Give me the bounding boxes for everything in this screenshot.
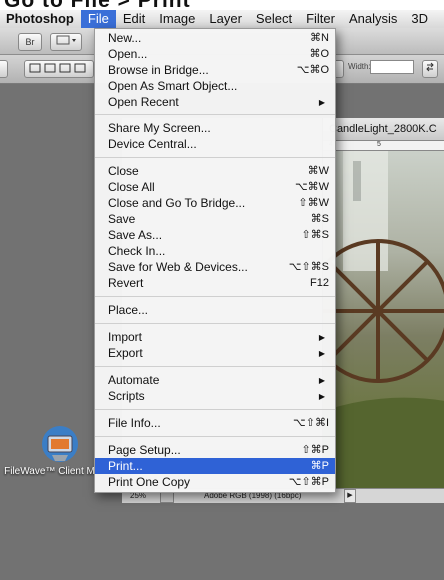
menu-item-close-all[interactable]: Close All ⌥⌘W — [95, 179, 335, 195]
document-window[interactable]: CandleLight_2800K.C 4 5 — [322, 118, 444, 488]
menu-item-share-my-screen[interactable]: Share My Screen... — [95, 120, 335, 136]
menu-item-close[interactable]: Close ⌘W — [95, 163, 335, 179]
menu-filter[interactable]: Filter — [299, 10, 342, 28]
menu-item-browse-in-bridge[interactable]: Browse in Bridge... ⌥⌘O — [95, 62, 335, 78]
menu-item-page-setup[interactable]: Page Setup... ⇧⌘P — [95, 442, 335, 458]
menu-item-export[interactable]: Export ▶ — [95, 345, 335, 361]
document-title[interactable]: CandleLight_2800K.C — [323, 118, 444, 141]
menu-item-print[interactable]: Print... ⌘P — [95, 458, 335, 474]
menu-item-import[interactable]: Import ▶ — [95, 329, 335, 345]
menu-item-close-and-go-to-bridge[interactable]: Close and Go To Bridge... ⇧⌘W — [95, 195, 335, 211]
menu-photoshop[interactable]: Photoshop — [0, 10, 81, 28]
menu-separator — [95, 436, 335, 437]
submenu-arrow-icon: ▶ — [318, 376, 325, 385]
menu-item-new[interactable]: New... ⌘N — [95, 30, 335, 46]
menu-item-scripts[interactable]: Scripts ▶ — [95, 388, 335, 404]
menu-item-save[interactable]: Save ⌘S — [95, 211, 335, 227]
menu-item-print-one-copy[interactable]: Print One Copy ⌥⇧⌘P — [95, 474, 335, 490]
view-extras-icon — [56, 35, 76, 45]
menu-separator — [95, 114, 335, 115]
menu-bar: Photoshop File Edit Image Layer Select F… — [0, 10, 444, 29]
file-menu-dropdown: New... ⌘N Open... ⌘O Browse in Bridge...… — [94, 28, 336, 493]
bridge-button[interactable]: Br — [18, 33, 42, 51]
submenu-arrow-icon: ▶ — [318, 392, 325, 401]
filewave-icon[interactable] — [38, 422, 82, 466]
menu-select[interactable]: Select — [249, 10, 299, 28]
menu-layer[interactable]: Layer — [202, 10, 249, 28]
menu-separator — [95, 323, 335, 324]
menu-image[interactable]: Image — [152, 10, 202, 28]
submenu-arrow-icon: ▶ — [318, 349, 325, 358]
width-input[interactable] — [370, 60, 414, 74]
menu-item-open[interactable]: Open... ⌘O — [95, 46, 335, 62]
status-arrow-button[interactable]: ▶ — [344, 489, 356, 503]
photo-canvas[interactable] — [323, 151, 444, 488]
menu-analysis[interactable]: Analysis — [342, 10, 404, 28]
view-extras-button[interactable] — [50, 33, 82, 51]
menu-separator — [95, 409, 335, 410]
menu-item-place[interactable]: Place... — [95, 302, 335, 318]
menu-item-device-central[interactable]: Device Central... — [95, 136, 335, 152]
ruler-mark: 5 — [377, 141, 381, 148]
menu-item-automate[interactable]: Automate ▶ — [95, 372, 335, 388]
swap-dimensions-button[interactable] — [422, 60, 438, 78]
submenu-arrow-icon: ▶ — [318, 333, 325, 342]
menu-item-open-as-smart-object[interactable]: Open As Smart Object... — [95, 78, 335, 94]
tool-preset-button[interactable] — [0, 60, 8, 78]
menu-edit[interactable]: Edit — [116, 10, 152, 28]
menu-separator — [95, 366, 335, 367]
swap-icon — [426, 62, 434, 72]
width-label: Width: — [348, 62, 371, 71]
menu-item-open-recent[interactable]: Open Recent ▶ — [95, 94, 335, 110]
menu-item-check-in[interactable]: Check In... — [95, 243, 335, 259]
menu-item-save-as[interactable]: Save As... ⇧⌘S — [95, 227, 335, 243]
menu-item-revert[interactable]: Revert F12 — [95, 275, 335, 291]
selection-mode-icon — [29, 63, 86, 73]
horizontal-ruler: 4 5 — [323, 141, 444, 151]
menu-3d[interactable]: 3D — [404, 10, 435, 28]
menu-item-file-info[interactable]: File Info... ⌥⇧⌘I — [95, 415, 335, 431]
menu-separator — [95, 296, 335, 297]
menu-separator — [95, 157, 335, 158]
wagon-wheel-image — [323, 151, 444, 488]
submenu-arrow-icon: ▶ — [318, 98, 325, 107]
selection-mode-buttons[interactable] — [24, 60, 94, 78]
menu-item-save-for-web[interactable]: Save for Web & Devices... ⌥⇧⌘S — [95, 259, 335, 275]
monitor-icon — [42, 426, 78, 462]
menu-file[interactable]: File — [80, 10, 116, 28]
